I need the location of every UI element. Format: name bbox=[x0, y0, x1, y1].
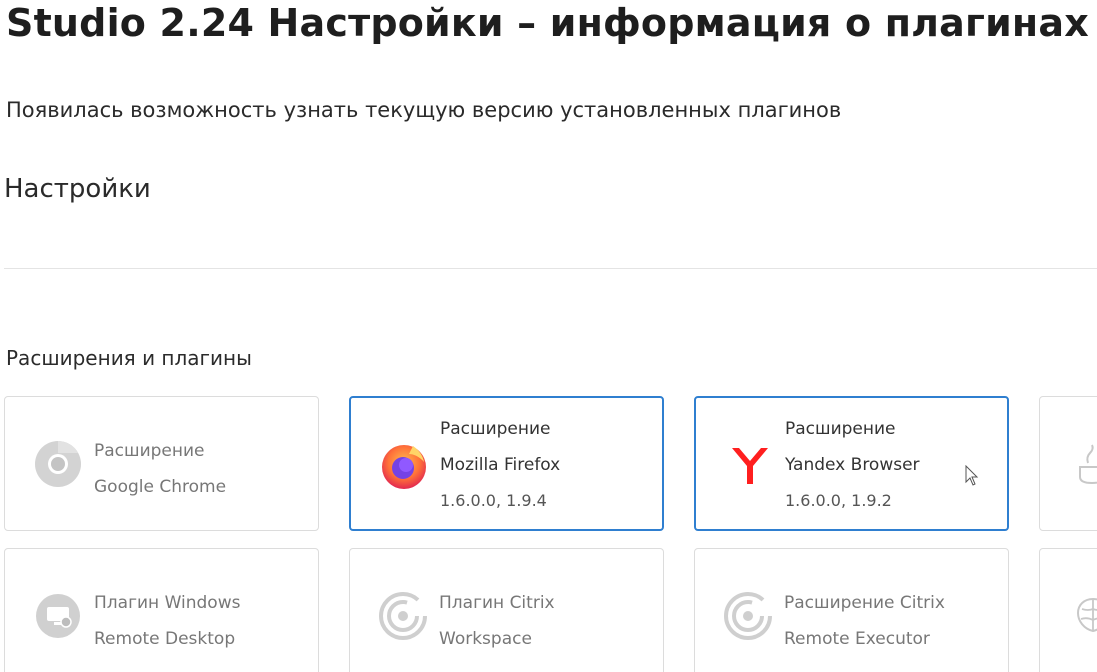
settings-page: Studio 2.24 Настройки – информация о пла… bbox=[0, 0, 1097, 672]
card-ai-plugin[interactable] bbox=[1039, 548, 1097, 672]
remote-desktop-icon bbox=[33, 591, 83, 641]
card-label: Плагин Citrix bbox=[439, 593, 555, 613]
card-yandex-extension[interactable]: Расширение Yandex Browser 1.6.0.0, 1.9.2 bbox=[694, 396, 1009, 531]
card-version: 1.6.0.0, 1.9.2 bbox=[785, 491, 892, 510]
divider bbox=[4, 268, 1097, 269]
card-label: Расширение Citrix bbox=[784, 593, 945, 613]
card-citrix-workspace-plugin[interactable]: Плагин Citrix Workspace bbox=[349, 548, 664, 672]
brain-icon bbox=[1068, 591, 1097, 641]
card-rdp-plugin[interactable]: Плагин Windows Remote Desktop bbox=[4, 548, 319, 672]
card-version: 1.6.0.0, 1.9.4 bbox=[440, 491, 547, 510]
card-label: Workspace bbox=[439, 629, 532, 649]
firefox-icon bbox=[379, 440, 429, 490]
yandex-icon bbox=[724, 440, 774, 490]
citrix-icon bbox=[723, 591, 773, 641]
citrix-icon bbox=[378, 591, 428, 641]
card-label: Remote Executor bbox=[784, 629, 930, 649]
card-java-plugin[interactable] bbox=[1039, 396, 1097, 531]
card-firefox-extension[interactable]: Расширение Mozilla Firefox 1.6.0.0, 1.9.… bbox=[349, 396, 664, 531]
card-label: Mozilla Firefox bbox=[440, 455, 561, 475]
section-title-extensions: Расширения и плагины bbox=[6, 346, 252, 370]
page-subtitle: Появилась возможность узнать текущую вер… bbox=[6, 98, 842, 122]
java-icon bbox=[1068, 439, 1097, 489]
card-label: Расширение bbox=[440, 419, 551, 439]
card-citrix-executor-extension[interactable]: Расширение Citrix Remote Executor bbox=[694, 548, 1009, 672]
mouse-cursor-icon bbox=[965, 464, 979, 487]
card-label: Плагин Windows bbox=[94, 593, 241, 613]
card-chrome-extension[interactable]: Расширение Google Chrome bbox=[4, 396, 319, 531]
settings-heading: Настройки bbox=[4, 174, 151, 204]
card-label: Расширение bbox=[785, 419, 896, 439]
chrome-icon bbox=[33, 439, 83, 489]
page-title: Studio 2.24 Настройки – информация о пла… bbox=[6, 1, 1089, 45]
card-label: Google Chrome bbox=[94, 477, 227, 497]
card-label: Расширение bbox=[94, 441, 205, 461]
card-label: Remote Desktop bbox=[94, 629, 236, 649]
card-label: Yandex Browser bbox=[785, 455, 920, 475]
